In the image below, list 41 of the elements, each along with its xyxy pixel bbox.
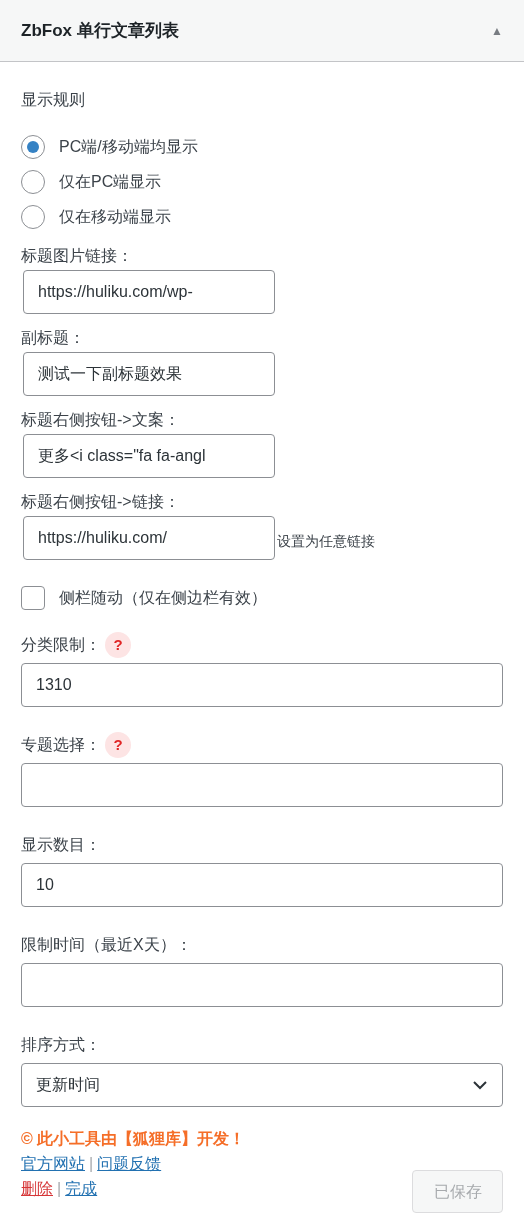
field-label: 显示数目： (21, 835, 101, 855)
widget-title: ZbFox 单行文章列表 (21, 19, 179, 42)
input-field[interactable]: 更多<i class="fa fa-angl (23, 434, 275, 478)
input-field[interactable]: https://huliku.com/ (23, 516, 275, 560)
sort-select[interactable]: 更新时间 (21, 1063, 503, 1107)
separator: | (57, 1179, 62, 1199)
input-field[interactable] (21, 963, 503, 1007)
text-link[interactable]: 官方网站 (21, 1151, 85, 1176)
text-link[interactable]: 完成 (65, 1176, 98, 1201)
radio-button[interactable] (21, 134, 45, 159)
field-label: 副标题： (21, 328, 86, 348)
field-label: 分类限制： (21, 635, 101, 655)
checkbox-label: 侧栏随动（仅在侧边栏有效） (59, 588, 267, 608)
delete-link[interactable]: 删除 (21, 1176, 53, 1201)
field-label: 专题选择： (21, 735, 101, 755)
radio-label: 仅在移动端显示 (59, 206, 171, 227)
hint-text: 设置为任意链接 (277, 532, 375, 551)
input-field[interactable] (21, 763, 503, 807)
field-label: 显示规则 (21, 90, 86, 110)
help-icon[interactable]: ? (105, 632, 131, 658)
radio-button[interactable] (21, 204, 45, 229)
text-link[interactable]: 问题反馈 (97, 1151, 162, 1176)
field-label: 标题图片链接： (21, 246, 134, 266)
radio-button[interactable] (21, 169, 45, 194)
collapse-toggle[interactable]: ▲ (491, 21, 503, 40)
input-field[interactable]: https://huliku.com/wp- (23, 270, 275, 314)
separator: | (89, 1154, 94, 1174)
input-field[interactable]: 10 (21, 863, 503, 907)
widget-header[interactable]: ZbFox 单行文章列表 ▲ (0, 0, 524, 62)
field-label: 标题右侧按钮->链接： (21, 492, 181, 512)
radio-label: 仅在PC端显示 (59, 171, 162, 192)
field-label: 排序方式： (21, 1035, 101, 1055)
checkbox[interactable] (21, 586, 45, 610)
input-field[interactable]: 1310 (21, 663, 503, 707)
field-label: 标题右侧按钮->文案： (21, 410, 181, 430)
input-field[interactable]: 测试一下副标题效果 (23, 352, 275, 396)
credit-text: © 此小工具由【狐狸库】开发！ (21, 1129, 246, 1149)
field-label: 限制时间（最近X天）： (21, 935, 192, 955)
chevron-down-icon (472, 1080, 488, 1090)
help-icon[interactable]: ? (105, 732, 131, 758)
radio-label: PC端/移动端均显示 (59, 136, 198, 157)
